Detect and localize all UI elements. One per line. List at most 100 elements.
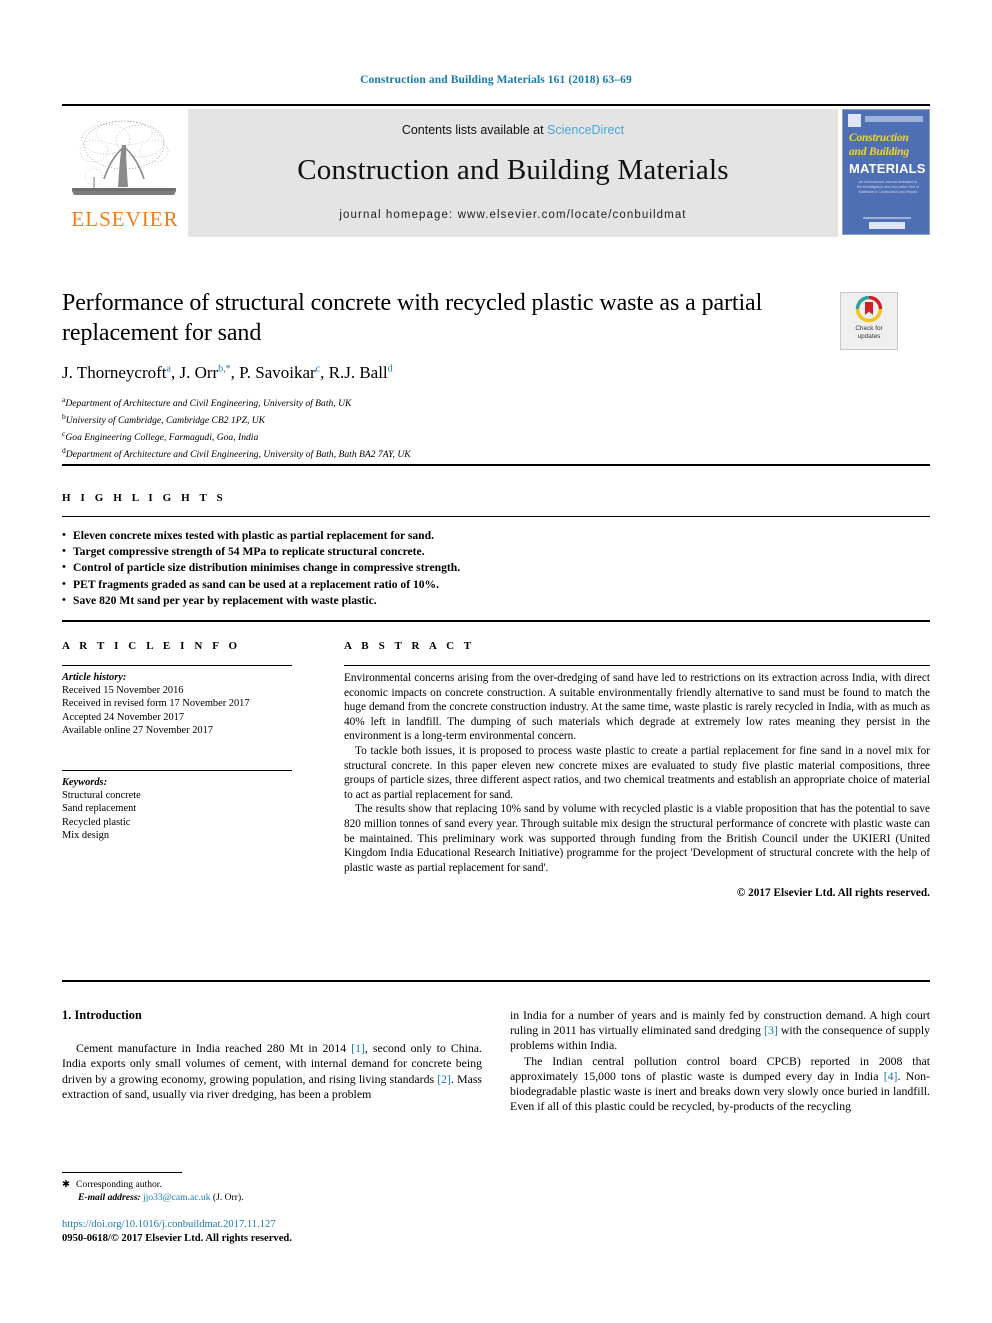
crossmark-icon (855, 296, 883, 323)
keywords-label: Keywords: (62, 777, 108, 788)
abstract-paragraph: Environmental concerns arising from the … (344, 672, 930, 743)
abstract-text: Environmental concerns arising from the … (344, 671, 930, 901)
divider-article-info (62, 665, 292, 666)
email-line: E-mail address: jjo33@cam.ac.uk (J. Orr)… (62, 1191, 492, 1204)
title-block: Performance of structural concrete with … (62, 288, 822, 462)
divider-below-abstract (62, 980, 930, 982)
keyword: Structural concrete (62, 790, 141, 802)
cover-title-line-2: and Building (849, 146, 909, 158)
doi-link[interactable]: https://doi.org/10.1016/j.conbuildmat.20… (62, 1218, 492, 1232)
divider-above-abstract (62, 620, 930, 622)
journal-band: Contents lists available at ScienceDirec… (188, 109, 838, 237)
abstract-copyright: © 2017 Elsevier Ltd. All rights reserved… (736, 887, 930, 900)
issn-copyright-line: 0950-0618/© 2017 Elsevier Ltd. All right… (62, 1232, 292, 1244)
right-paragraph-2: The Indian central pollution control boa… (510, 1054, 930, 1115)
cover-foot-box (869, 222, 905, 229)
footer-block: https://doi.org/10.1016/j.conbuildmat.20… (62, 1218, 492, 1245)
divider-under-highlights-heading (62, 516, 930, 517)
keyword: Mix design (62, 829, 110, 841)
highlights-heading: H I G H L I G H T S (62, 492, 227, 504)
crossmark-badge[interactable]: Check for updates (840, 292, 898, 350)
cover-blurb: An International Journal dedicated to th… (857, 180, 919, 194)
elsevier-tree-icon (72, 120, 176, 195)
corresponding-author-text: Corresponding author. (76, 1179, 162, 1190)
cover-publisher-mark (848, 114, 861, 127)
email-suffix: (J. Orr). (212, 1192, 244, 1203)
author-name: R.J. Ball (328, 363, 388, 382)
affiliation: cGoa Engineering College, Farmagudi, Goa… (62, 428, 822, 445)
elsevier-logo: ELSEVIER (62, 109, 188, 237)
divider-above-highlights (62, 464, 930, 466)
author-separator: , (230, 363, 240, 382)
affiliation-text: Department of Architecture and Civil Eng… (65, 398, 352, 410)
keyword: Sand replacement (62, 803, 137, 815)
highlight-item: Control of particle size distribution mi… (62, 559, 930, 576)
cover-title-line-1: Construction (849, 132, 909, 144)
crossmark-label: Check for updates (841, 325, 897, 340)
cover-foot-line (863, 217, 911, 219)
citation-1[interactable]: [1] (351, 1041, 365, 1055)
article-history-entry: Available online 27 November 2017 (62, 724, 214, 736)
abstract-paragraph: The results show that replacing 10% sand… (344, 803, 930, 874)
corresponding-author-line: ✱ Corresponding author. (62, 1178, 492, 1191)
elsevier-wordmark: ELSEVIER (71, 207, 179, 231)
journal-homepage-link[interactable]: journal homepage: www.elsevier.com/locat… (188, 209, 838, 221)
citation-2[interactable]: [2] (437, 1072, 451, 1086)
body-column-left: 1. Introduction Cement manufacture in In… (62, 1008, 482, 1102)
journal-masthead: ELSEVIER Contents lists available at Sci… (62, 104, 930, 238)
affiliation-text: Department of Architecture and Civil Eng… (65, 449, 411, 461)
journal-title: Construction and Building Materials (297, 154, 729, 186)
highlight-item: PET fragments graded as sand can be used… (62, 576, 930, 593)
section-heading-introduction: 1. Introduction (62, 1008, 142, 1022)
keywords-block: Keywords: Structural concrete Sand replace… (62, 776, 302, 842)
crossmark-line-1: Check for (855, 325, 883, 332)
article-history-entry: Accepted 24 November 2017 (62, 711, 185, 723)
asterisk-icon: ✱ (62, 1179, 71, 1190)
citation-4[interactable]: [4] (884, 1069, 898, 1083)
highlight-item: Save 820 Mt sand per year by replacement… (62, 592, 930, 609)
abstract-heading: A B S T R A C T (344, 640, 475, 652)
intro-text-a: Cement manufacture in India reached 280 … (76, 1041, 352, 1056)
abstract-paragraph: To tackle both issues, it is proposed to… (344, 744, 930, 801)
article-history-block: Article history: Received 15 November 201… (62, 671, 302, 737)
footnote-divider (62, 1172, 182, 1173)
cover-title-line-3: MATERIALS (849, 161, 926, 176)
author-name: J. Thorneycroft (62, 363, 167, 382)
affiliation: dDepartment of Architecture and Civil En… (62, 445, 822, 462)
email-link[interactable]: jjo33@cam.ac.uk (143, 1192, 210, 1203)
keyword: Recycled plastic (62, 816, 131, 828)
sciencedirect-link[interactable]: ScienceDirect (547, 123, 624, 137)
author-list: J. Thorneycrofta, J. Orrb,*, P. Savoikar… (62, 363, 822, 383)
highlight-item: Target compressive strength of 54 MPa to… (62, 543, 930, 560)
article-info-heading: A R T I C L E I N F O (62, 640, 241, 652)
intro-paragraph-left: Cement manufacture in India reached 280 … (62, 1041, 482, 1102)
crossmark-line-2: updates (857, 332, 881, 340)
citation-3[interactable]: [3] (764, 1023, 778, 1037)
author-separator: , (320, 363, 329, 382)
journal-cover: Construction and Building MATERIALS An I… (838, 109, 930, 237)
divider-keywords (62, 770, 292, 771)
body-column-right: in India for a number of years and is ma… (510, 1008, 930, 1114)
affiliation: aDepartment of Architecture and Civil En… (62, 394, 822, 411)
author-name: J. Orr (179, 363, 219, 382)
divider-abstract (344, 665, 930, 666)
contents-available-line: Contents lists available at ScienceDirec… (188, 123, 838, 137)
page-title: Performance of structural concrete with … (62, 290, 763, 346)
affiliation-list: aDepartment of Architecture and Civil En… (62, 394, 822, 462)
email-label: E-mail address: (78, 1192, 141, 1203)
author-affiliation-mark: d (387, 363, 393, 375)
running-head: Construction and Building Materials 161 … (360, 74, 632, 86)
highlights-list: Eleven concrete mixes tested with plasti… (62, 527, 930, 609)
right-paragraph-1: in India for a number of years and is ma… (510, 1008, 930, 1054)
right-text-2a: The Indian central pollution control boa… (510, 1053, 930, 1083)
article-history-entry: Received 15 November 2016 (62, 685, 184, 697)
contents-prefix: Contents lists available at (401, 123, 548, 137)
affiliation-text: Goa Engineering College, Farmagudi, Goa,… (65, 432, 259, 444)
article-history-entry: Received in revised form 17 November 201… (62, 698, 250, 710)
author-name: P. Savoikar (239, 363, 316, 382)
footnote-block: ✱ Corresponding author. E-mail address: j… (62, 1178, 492, 1204)
highlight-item: Eleven concrete mixes tested with plasti… (62, 527, 930, 544)
journal-cover-image: Construction and Building MATERIALS An I… (842, 109, 930, 235)
paper-page: Construction and Building Materials 161 … (0, 0, 992, 1323)
cover-top-bar (865, 116, 923, 122)
